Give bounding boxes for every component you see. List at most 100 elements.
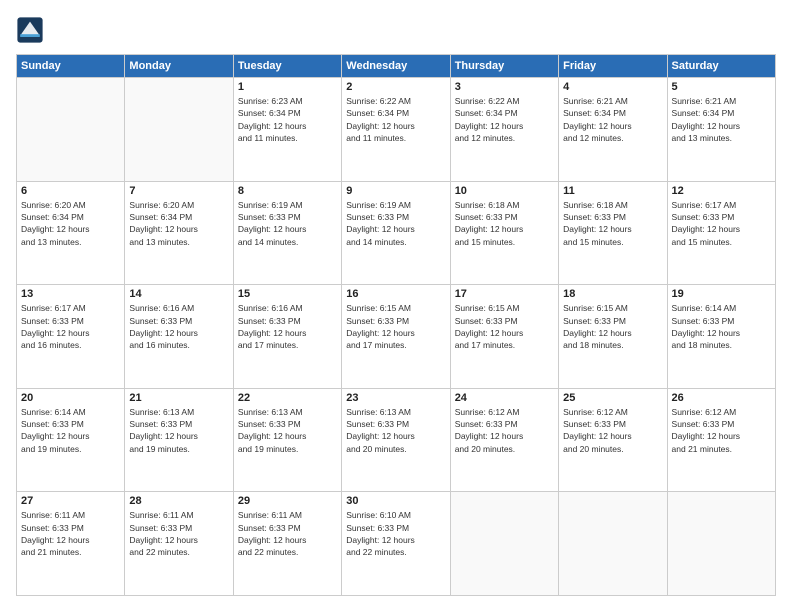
calendar-cell: 7 Sunrise: 6:20 AM Sunset: 6:34 PM Daylig… [125,181,233,285]
day-number: 14 [129,288,228,300]
logo [16,16,46,44]
day-info: Sunrise: 6:12 AM Sunset: 6:33 PM Dayligh… [672,406,771,455]
calendar-cell: 24 Sunrise: 6:12 AM Sunset: 6:33 PM Dayli… [450,388,558,492]
day-info: Sunrise: 6:20 AM Sunset: 6:34 PM Dayligh… [129,199,228,248]
day-info: Sunrise: 6:12 AM Sunset: 6:33 PM Dayligh… [455,406,554,455]
calendar-cell: 10Sunrise: 6:18 AM Sunset: 6:33 PM Dayli… [450,181,558,285]
calendar-cell: 25 Sunrise: 6:12 AM Sunset: 6:33 PM Dayli… [559,388,667,492]
calendar-cell: 12 Sunrise: 6:17 AM Sunset: 6:33 PM Dayli… [667,181,775,285]
calendar-cell: 1 Sunrise: 6:23 AM Sunset: 6:34 PM Daylig… [233,78,341,182]
day-number: 20 [21,392,120,404]
calendar-week-row: 20 Sunrise: 6:14 AM Sunset: 6:33 PM Dayli… [17,388,776,492]
weekday-header: Wednesday [342,55,450,78]
calendar-cell: 22 Sunrise: 6:13 AM Sunset: 6:33 PM Dayli… [233,388,341,492]
day-number: 13 [21,288,120,300]
weekday-header: Friday [559,55,667,78]
calendar-cell: 11 Sunrise: 6:18 AM Sunset: 6:33 PM Dayli… [559,181,667,285]
day-info: Sunrise: 6:15 AM Sunset: 6:33 PM Dayligh… [346,302,445,351]
page: SundayMondayTuesdayWednesdayThursdayFrid… [0,0,792,612]
day-number: 5 [672,81,771,93]
calendar-cell: 16 Sunrise: 6:15 AM Sunset: 6:33 PM Dayli… [342,285,450,389]
calendar-cell: 27Sunrise: 6:11 AM Sunset: 6:33 PM Dayli… [17,492,125,596]
calendar-cell [450,492,558,596]
calendar-cell: 17Sunrise: 6:15 AM Sunset: 6:33 PM Dayli… [450,285,558,389]
day-number: 22 [238,392,337,404]
calendar-cell [559,492,667,596]
day-number: 17 [455,288,554,300]
calendar-cell: 13 Sunrise: 6:17 AM Sunset: 6:33 PM Dayli… [17,285,125,389]
day-info: Sunrise: 6:13 AM Sunset: 6:33 PM Dayligh… [129,406,228,455]
day-number: 19 [672,288,771,300]
calendar-cell [667,492,775,596]
calendar-week-row: 6 Sunrise: 6:20 AM Sunset: 6:34 PM Daylig… [17,181,776,285]
calendar-cell: 2 Sunrise: 6:22 AM Sunset: 6:34 PM Daylig… [342,78,450,182]
day-info: Sunrise: 6:11 AM Sunset: 6:33 PM Dayligh… [129,509,228,558]
calendar-cell: 14 Sunrise: 6:16 AM Sunset: 6:33 PM Dayli… [125,285,233,389]
day-info: Sunrise: 6:17 AM Sunset: 6:33 PM Dayligh… [672,199,771,248]
day-number: 7 [129,185,228,197]
calendar-week-row: 1 Sunrise: 6:23 AM Sunset: 6:34 PM Daylig… [17,78,776,182]
day-number: 25 [563,392,662,404]
calendar-cell: 6 Sunrise: 6:20 AM Sunset: 6:34 PM Daylig… [17,181,125,285]
day-number: 28 [129,495,228,507]
calendar-week-row: 27 Sunrise: 6:11 AM Sunset: 6:33 PM Dayli… [17,492,776,596]
weekday-header: Tuesday [233,55,341,78]
day-number: 27 [21,495,120,507]
calendar-cell [17,78,125,182]
day-info: Sunrise: 6:19 AM Sunset: 6:33 PM Dayligh… [238,199,337,248]
day-number: 6 [21,185,120,197]
day-number: 12 [672,185,771,197]
day-info: Sunrise: 6:22 AM Sunset: 6:34 PM Dayligh… [346,95,445,144]
calendar-cell: 9 Sunrise: 6:19 AM Sunset: 6:33 PM Daylig… [342,181,450,285]
calendar-cell: 20 Sunrise: 6:14 AM Sunset: 6:33 PM Dayli… [17,388,125,492]
day-number: 16 [346,288,445,300]
weekday-header: Saturday [667,55,775,78]
day-info: Sunrise: 6:19 AM Sunset: 6:33 PM Dayligh… [346,199,445,248]
calendar-cell: 23Sunrise: 6:13 AM Sunset: 6:33 PM Dayli… [342,388,450,492]
day-info: Sunrise: 6:15 AM Sunset: 6:33 PM Dayligh… [563,302,662,351]
day-info: Sunrise: 6:22 AM Sunset: 6:34 PM Dayligh… [455,95,554,144]
calendar-header-row: SundayMondayTuesdayWednesdayThursdayFrid… [17,55,776,78]
day-number: 29 [238,495,337,507]
day-number: 21 [129,392,228,404]
calendar-cell: 26Sunrise: 6:12 AM Sunset: 6:33 PM Dayli… [667,388,775,492]
day-number: 9 [346,185,445,197]
calendar-cell: 8 Sunrise: 6:19 AM Sunset: 6:33 PM Daylig… [233,181,341,285]
calendar-cell [125,78,233,182]
day-info: Sunrise: 6:20 AM Sunset: 6:34 PM Dayligh… [21,199,120,248]
weekday-header: Thursday [450,55,558,78]
logo-icon [16,16,44,44]
day-number: 18 [563,288,662,300]
day-number: 8 [238,185,337,197]
weekday-header: Monday [125,55,233,78]
calendar-cell: 21 Sunrise: 6:13 AM Sunset: 6:33 PM Dayli… [125,388,233,492]
day-info: Sunrise: 6:18 AM Sunset: 6:33 PM Dayligh… [563,199,662,248]
day-number: 30 [346,495,445,507]
calendar-cell: 3 Sunrise: 6:22 AM Sunset: 6:34 PM Daylig… [450,78,558,182]
day-info: Sunrise: 6:12 AM Sunset: 6:33 PM Dayligh… [563,406,662,455]
day-info: Sunrise: 6:21 AM Sunset: 6:34 PM Dayligh… [672,95,771,144]
day-info: Sunrise: 6:14 AM Sunset: 6:33 PM Dayligh… [21,406,120,455]
calendar-cell: 19Sunrise: 6:14 AM Sunset: 6:33 PM Dayli… [667,285,775,389]
weekday-header: Sunday [17,55,125,78]
day-number: 3 [455,81,554,93]
day-info: Sunrise: 6:13 AM Sunset: 6:33 PM Dayligh… [346,406,445,455]
day-number: 1 [238,81,337,93]
day-info: Sunrise: 6:13 AM Sunset: 6:33 PM Dayligh… [238,406,337,455]
day-info: Sunrise: 6:21 AM Sunset: 6:34 PM Dayligh… [563,95,662,144]
day-info: Sunrise: 6:16 AM Sunset: 6:33 PM Dayligh… [129,302,228,351]
day-number: 11 [563,185,662,197]
calendar-cell: 4 Sunrise: 6:21 AM Sunset: 6:34 PM Daylig… [559,78,667,182]
day-info: Sunrise: 6:17 AM Sunset: 6:33 PM Dayligh… [21,302,120,351]
day-number: 15 [238,288,337,300]
day-number: 4 [563,81,662,93]
calendar-cell: 28 Sunrise: 6:11 AM Sunset: 6:33 PM Dayli… [125,492,233,596]
day-info: Sunrise: 6:10 AM Sunset: 6:33 PM Dayligh… [346,509,445,558]
header [16,16,776,44]
day-info: Sunrise: 6:18 AM Sunset: 6:33 PM Dayligh… [455,199,554,248]
calendar-table: SundayMondayTuesdayWednesdayThursdayFrid… [16,54,776,596]
calendar-cell: 29Sunrise: 6:11 AM Sunset: 6:33 PM Dayli… [233,492,341,596]
day-number: 24 [455,392,554,404]
day-info: Sunrise: 6:23 AM Sunset: 6:34 PM Dayligh… [238,95,337,144]
day-number: 2 [346,81,445,93]
